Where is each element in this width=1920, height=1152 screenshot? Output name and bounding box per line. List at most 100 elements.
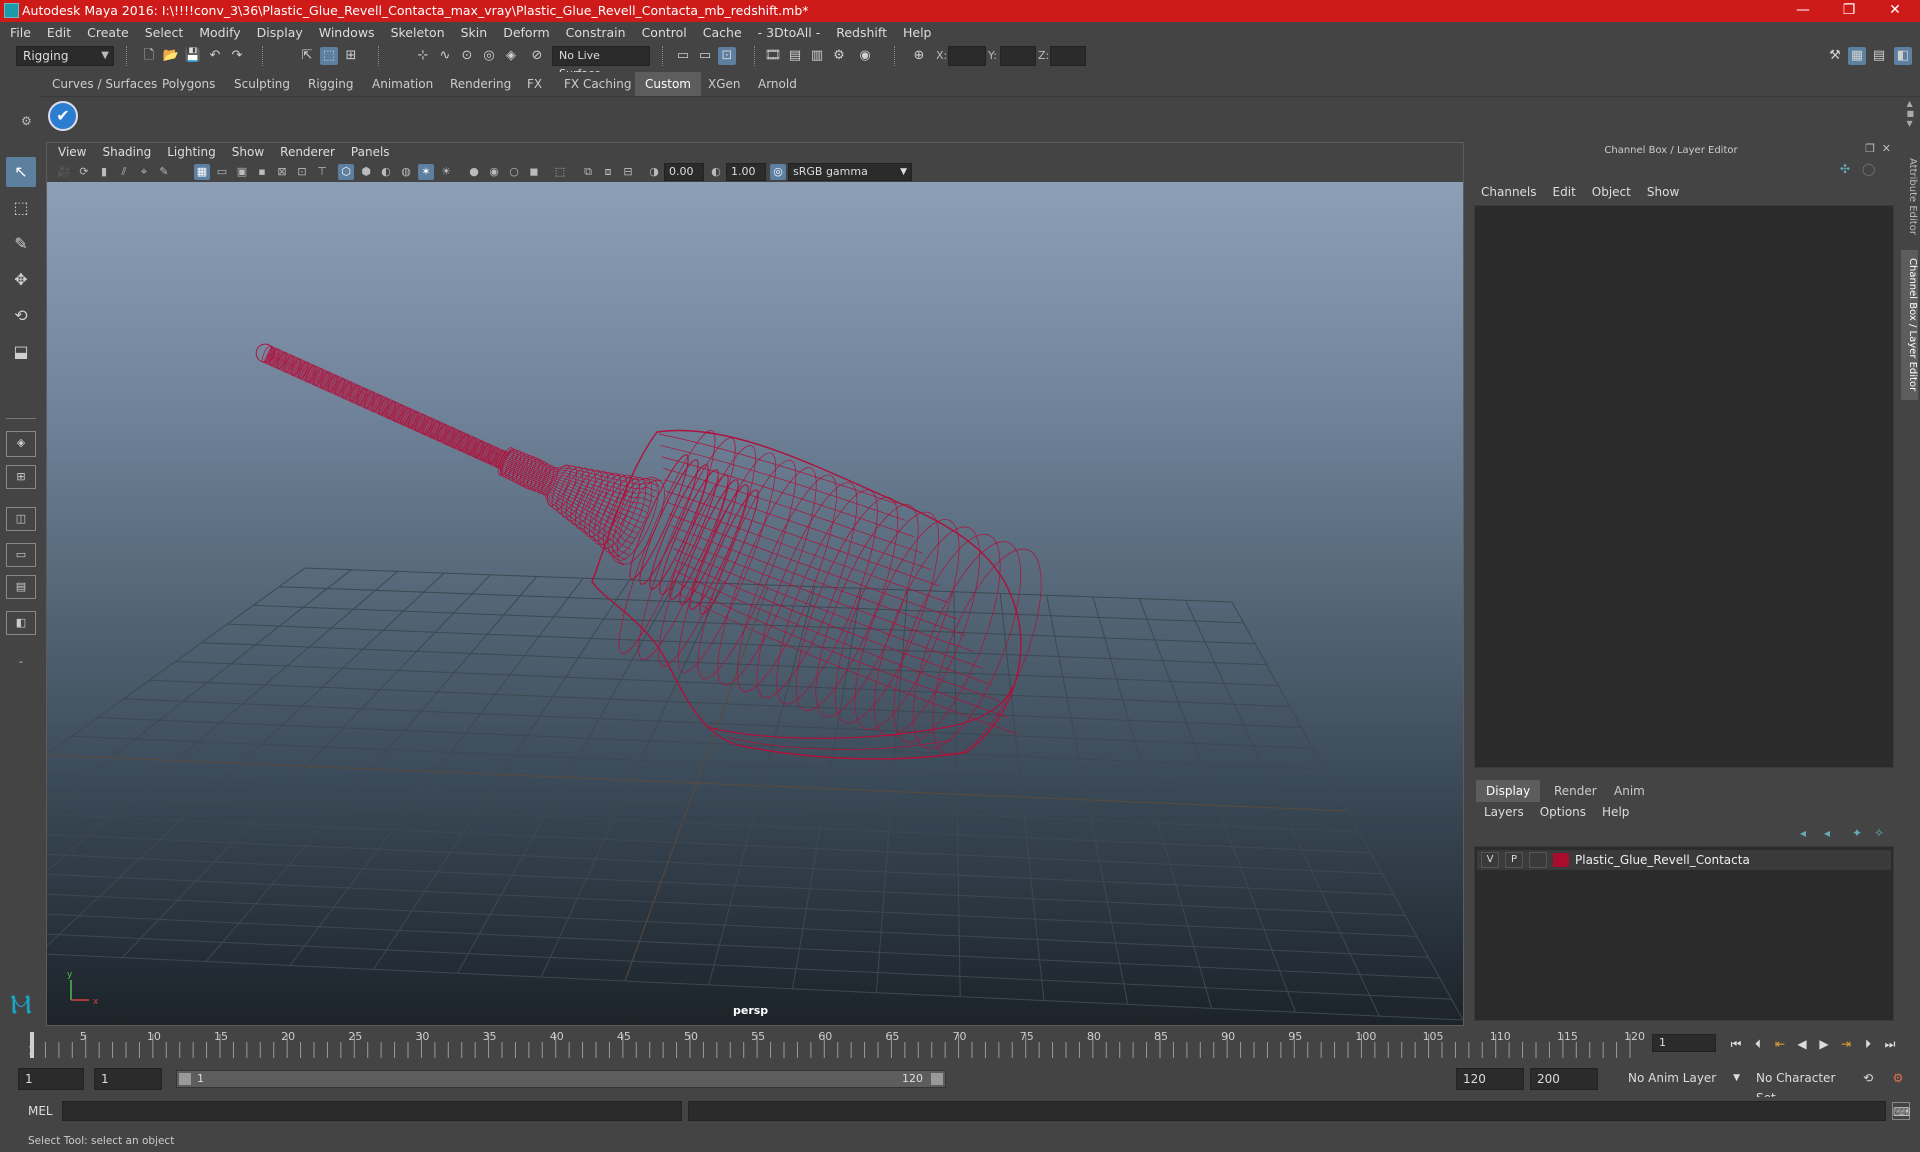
render-frame-icon[interactable]: ▤ (786, 47, 804, 65)
use-all-lights-icon[interactable]: ✶ (418, 164, 434, 180)
color-space-dropdown[interactable]: sRGB gamma ▼ (788, 163, 912, 181)
layer-playback-toggle[interactable]: P (1505, 852, 1523, 868)
menu-constrain[interactable]: Constrain (558, 22, 634, 44)
select-by-hierarchy-icon[interactable]: ⇱ (298, 47, 316, 65)
input-ops-icon[interactable]: ▭ (674, 47, 692, 65)
command-input[interactable] (62, 1101, 682, 1121)
grease-pencil-icon[interactable]: ✎ (156, 164, 172, 180)
menu-deform[interactable]: Deform (495, 22, 557, 44)
select-camera-icon[interactable]: 🎥 (56, 164, 72, 180)
tab-render[interactable]: Render (1544, 780, 1607, 802)
grid-icon[interactable]: ▦ (194, 164, 210, 180)
shelf-settings-icon[interactable]: ⚙ (21, 114, 32, 128)
image-plane-icon[interactable]: ⫽ (116, 164, 132, 180)
gamma-field[interactable]: 1.00 (726, 163, 766, 181)
layer-row[interactable]: V P Plastic_Glue_Revell_Contacta (1477, 850, 1891, 870)
channel-box-view-icon[interactable]: ✣ (1840, 162, 1850, 176)
film-gate-icon[interactable]: ▭ (214, 164, 230, 180)
snap-to-point-icon[interactable]: ⊙ (458, 47, 476, 65)
time-slider[interactable]: 1 5 10 15 20 25 30 35 40 45 50 55 60 65 70 75 80 85 90 95 1… (24, 1028, 1645, 1058)
go-to-start-icon[interactable]: ⏮ (1726, 1034, 1746, 1054)
select-by-object-icon[interactable]: ⬚ (320, 47, 338, 65)
persp-graph-layout-icon[interactable]: ▭ (6, 543, 36, 567)
step-back-key-icon[interactable]: ⇤ (1770, 1034, 1790, 1054)
playback-range-bar[interactable]: 1 120 (176, 1070, 946, 1088)
playback-end-field[interactable]: 120 (1456, 1068, 1524, 1090)
field-chart-icon[interactable]: ⊠ (274, 164, 290, 180)
play-forward-icon[interactable]: ▶ (1814, 1034, 1834, 1054)
move-layer-up-icon[interactable]: ◂ (1800, 826, 1806, 840)
transform-mode-icon[interactable]: ⊕ (910, 47, 928, 65)
step-back-frame-icon[interactable]: ⏴ (1748, 1034, 1768, 1054)
safe-title-icon[interactable]: ⊤ (314, 164, 330, 180)
tab-channel-box-layer-editor[interactable]: Channel Box / Layer Editor (1901, 250, 1918, 400)
mode-selector[interactable]: Rigging ▼ (16, 46, 114, 66)
snap-to-grid-icon[interactable]: ⊹ (414, 47, 432, 65)
menu-redshift[interactable]: Redshift (828, 22, 895, 44)
animation-end-field[interactable]: 200 (1530, 1068, 1598, 1090)
go-to-end-icon[interactable]: ⏭ (1880, 1034, 1900, 1054)
menu-help[interactable]: Help (895, 22, 940, 44)
four-pane-layout-icon[interactable]: ⊞ (6, 465, 36, 489)
current-frame-field[interactable]: 1 (1652, 1034, 1716, 1052)
step-forward-key-icon[interactable]: ⇥ (1836, 1034, 1856, 1054)
layer-name[interactable]: Plastic_Glue_Revell_Contacta (1575, 850, 1750, 870)
character-set-dropdown[interactable]: No Character Set (1750, 1068, 1862, 1105)
menu-skeleton[interactable]: Skeleton (383, 22, 453, 44)
close-panel-icon[interactable]: ✕ (1882, 142, 1891, 155)
animation-preferences-icon[interactable]: ⚙ (1888, 1068, 1908, 1088)
ipr-render-icon[interactable]: ▥ (808, 47, 826, 65)
step-forward-frame-icon[interactable]: ⏵ (1858, 1034, 1878, 1054)
tab-polygons[interactable]: Polygons (152, 72, 225, 96)
redo-icon[interactable]: ↷ (228, 47, 246, 65)
lasso-tool-icon[interactable]: ⬚ (6, 193, 36, 223)
resolution-gate-icon[interactable]: ▣ (234, 164, 250, 180)
menu-modify[interactable]: Modify (191, 22, 248, 44)
single-pane-layout-icon[interactable]: ◈ (6, 431, 36, 457)
y-coord-field[interactable] (1000, 46, 1036, 66)
select-tool-icon[interactable]: ↖ (6, 157, 36, 187)
viewport-menu-panels[interactable]: Panels (343, 142, 398, 162)
tool-settings-icon[interactable]: ▤ (1870, 47, 1888, 65)
close-button[interactable]: ✕ (1872, 0, 1918, 22)
channel-box-menu-edit[interactable]: Edit (1545, 182, 1584, 202)
gamma-icon[interactable]: ◐ (708, 164, 724, 180)
gate-mask-icon[interactable]: ▪ (254, 164, 270, 180)
layer-display-type-toggle[interactable] (1529, 852, 1547, 868)
anim-layer-dropdown[interactable]: No Anim Layer ▼ (1622, 1068, 1740, 1090)
open-scene-icon[interactable]: 📂 (162, 47, 180, 65)
xray-joints-icon[interactable]: ⧈ (600, 164, 616, 180)
hypershade-icon[interactable]: ◉ (856, 47, 874, 65)
shelf-scroll-icon[interactable]: ▲ ■ ▼ (1906, 99, 1914, 129)
z-coord-field[interactable] (1050, 46, 1086, 66)
make-live-icon[interactable]: ⊘ (528, 47, 546, 65)
screen-space-ao-icon[interactable]: ● (466, 164, 482, 180)
render-view-icon[interactable]: 🎞 (764, 47, 782, 65)
bookmark-icon[interactable]: ▮ (96, 164, 112, 180)
exposure-icon[interactable]: ◑ (646, 164, 662, 180)
menu-display[interactable]: Display (249, 22, 311, 44)
modeling-toolkit-icon[interactable]: ⚒ (1826, 47, 1844, 65)
viewport-menu-show[interactable]: Show (224, 142, 272, 162)
tab-sculpting[interactable]: Sculpting (224, 72, 300, 96)
layer-color-swatch[interactable] (1553, 853, 1569, 867)
tab-display[interactable]: Display (1476, 780, 1541, 802)
layer-menu-help[interactable]: Help (1594, 802, 1637, 822)
xray-icon[interactable]: ⧉ (580, 164, 596, 180)
float-panel-icon[interactable]: ❐ (1865, 142, 1875, 155)
select-by-component-icon[interactable]: ⊞ (342, 47, 360, 65)
tab-custom[interactable]: Custom (635, 72, 701, 96)
viewport-3d[interactable]: x y persp (47, 182, 1463, 1025)
scale-tool-icon[interactable]: ⬓ (6, 337, 36, 367)
play-backward-icon[interactable]: ◀ (1792, 1034, 1812, 1054)
new-layer-selected-icon[interactable]: ✧ (1874, 826, 1884, 840)
checkmark-icon[interactable]: ✔ (48, 101, 78, 131)
exposure-field[interactable]: 0.00 (664, 163, 704, 181)
safe-action-icon[interactable]: ⊡ (294, 164, 310, 180)
live-surface-field[interactable]: No Live Surface (552, 46, 650, 80)
construction-history-icon[interactable]: ⊡ (718, 47, 736, 65)
layer-visibility-toggle[interactable]: V (1481, 852, 1499, 868)
command-language-label[interactable]: MEL (28, 1097, 53, 1125)
menu-skin[interactable]: Skin (453, 22, 496, 44)
paint-select-tool-icon[interactable]: ✎ (6, 229, 36, 259)
